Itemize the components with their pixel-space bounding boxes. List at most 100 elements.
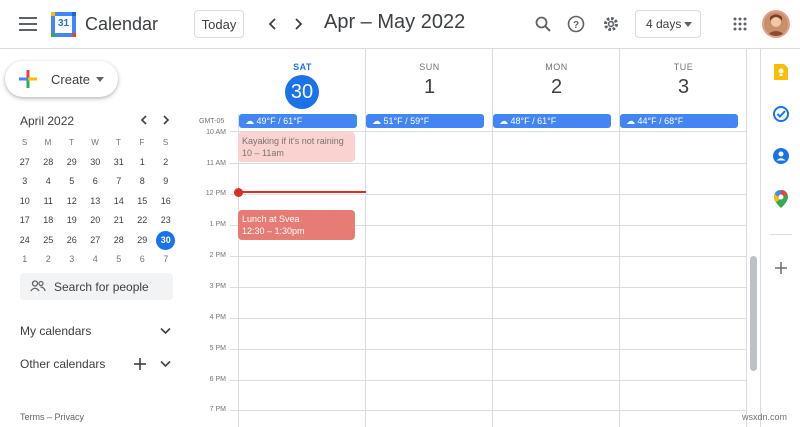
add-other-calendar-button[interactable] [131,355,149,373]
other-calendars-toggle[interactable] [156,355,174,373]
mini-day[interactable]: 10 [13,192,37,212]
mini-day[interactable]: 3 [60,250,84,270]
hour-label: 4 PM [209,314,226,321]
mini-week-row: 3 4 5 6 7 8 9 [13,172,178,192]
mini-day[interactable]: 4 [84,250,108,270]
mini-day[interactable]: 3 [13,172,37,192]
mini-day[interactable]: 22 [131,211,155,231]
mini-day[interactable]: 4 [37,172,61,192]
mini-day[interactable]: 5 [107,250,131,270]
mini-day[interactable]: 24 [13,231,37,251]
mini-day[interactable]: 27 [13,153,37,173]
mini-next-month-button[interactable] [157,111,175,129]
cloud-sun-icon: ☁ [245,116,254,126]
mini-day[interactable]: 23 [154,211,178,231]
maps-icon[interactable] [772,190,790,208]
today-button[interactable]: Today [194,10,244,38]
mini-day[interactable]: 5 [60,172,84,192]
weekday-label: F [139,138,145,147]
mini-day[interactable]: 6 [131,250,155,270]
mini-day[interactable]: 14 [107,192,131,212]
hour-line [230,163,746,164]
weather-chip[interactable]: ☁ 51°F / 59°F [366,114,484,128]
mini-day[interactable]: 21 [107,211,131,231]
mini-day[interactable]: 2 [37,250,61,270]
terms-privacy-links[interactable]: Terms – Privacy [20,412,84,422]
mini-day[interactable]: 19 [60,211,84,231]
help-button[interactable]: ? [559,7,593,41]
grid-divider [746,49,747,427]
mini-day[interactable]: 26 [60,231,84,251]
mini-day[interactable]: 30 [84,153,108,173]
plus-icon [775,262,787,274]
mini-day[interactable]: 20 [84,211,108,231]
keep-icon[interactable] [772,63,790,81]
calendar-app: 31 Calendar Today Apr – May 2022 ? 4 day… [0,0,800,427]
calendar-logo-icon[interactable]: 31 [51,12,76,37]
mini-day[interactable]: 2 [154,153,178,173]
mini-day[interactable]: 1 [13,250,37,270]
mini-day[interactable]: 13 [84,192,108,212]
search-people-input[interactable]: Search for people [20,273,173,300]
gear-icon [604,17,618,31]
next-period-button[interactable] [281,7,315,41]
mini-day[interactable]: 28 [37,153,61,173]
mini-day[interactable]: 29 [60,153,84,173]
mini-day[interactable]: 27 [84,231,108,251]
weather-chip[interactable]: ☁ 48°F / 61°F [493,114,611,128]
mini-day[interactable]: 18 [37,211,61,231]
other-calendars-heading[interactable]: Other calendars [20,357,105,371]
cloud-sun-icon: ☁ [626,116,635,126]
weather-chip[interactable]: ☁ 49°F / 61°F [239,114,357,128]
mini-day[interactable]: 9 [154,172,178,192]
mini-day[interactable]: 25 [37,231,61,251]
mini-day[interactable]: 15 [131,192,155,212]
mini-day[interactable]: 7 [154,250,178,270]
mini-day[interactable]: 28 [107,231,131,251]
my-calendars-heading[interactable]: My calendars [20,324,91,338]
mini-day[interactable]: 31 [107,153,131,173]
mini-week-row: 27 28 29 30 31 1 2 [13,153,178,173]
event-kayaking[interactable]: Kayaking if it's not raining 10 – 11am [238,132,355,162]
mini-day[interactable]: 12 [60,192,84,212]
mini-day[interactable]: 7 [107,172,131,192]
my-calendars-toggle[interactable] [156,322,174,340]
mini-day-selected[interactable]: 30 [154,230,178,251]
mini-prev-month-button[interactable] [135,111,153,129]
day-header-sat[interactable]: SAT [239,62,366,72]
hour-label: 12 PM [205,190,226,197]
event-lunch[interactable]: Lunch at Svea 12:30 – 1:30pm [238,210,355,240]
tasks-icon[interactable] [772,105,790,123]
create-button[interactable]: Create [5,61,118,97]
grid-divider [492,49,493,427]
search-button[interactable] [526,7,560,41]
day-of-week: MON [545,62,568,72]
settings-button[interactable] [594,7,628,41]
day-header-mon[interactable]: MON 2 [493,62,620,99]
account-avatar[interactable] [762,10,790,38]
weather-chip[interactable]: ☁ 44°F / 68°F [620,114,738,128]
mini-day[interactable]: 16 [154,192,178,212]
mini-day[interactable]: 17 [13,211,37,231]
chevron-down-icon [159,327,171,335]
main-menu-button[interactable] [11,7,45,41]
weather-text: 51°F / 59°F [383,116,430,126]
day-header-sun[interactable]: SUN 1 [366,62,493,99]
add-addon-button[interactable] [772,259,790,277]
mini-day[interactable]: 6 [84,172,108,192]
weather-text: 49°F / 61°F [256,116,303,126]
mini-day[interactable]: 8 [131,172,155,192]
grid-scrollbar[interactable] [750,256,757,371]
event-title: Kayaking if it's not raining [242,136,344,146]
hour-label: 2 PM [209,252,226,259]
mini-day[interactable]: 29 [131,231,155,251]
today-date-badge[interactable]: 30 [285,75,319,109]
mini-day[interactable]: 11 [37,192,61,212]
contacts-icon[interactable] [772,147,790,165]
day-header-tue[interactable]: TUE 3 [620,62,747,99]
apps-button[interactable] [723,7,757,41]
view-selector[interactable]: 4 days [635,10,701,38]
hamburger-icon [19,17,37,31]
mini-day[interactable]: 1 [131,153,155,173]
event-time: 12:30 – 1:30pm [242,226,305,236]
